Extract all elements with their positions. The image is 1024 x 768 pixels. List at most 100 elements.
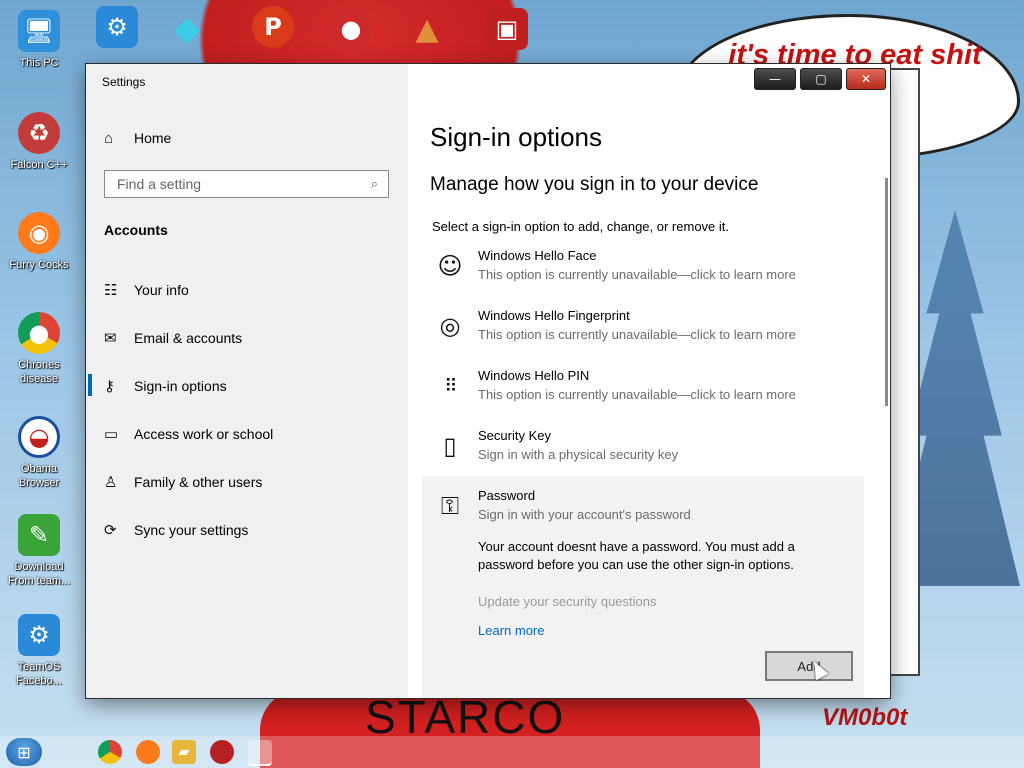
- password-panel: ⚿ Password Sign in with your account's p…: [422, 476, 864, 698]
- section-heading: Accounts: [104, 222, 168, 238]
- desktop-icon-this-pc[interactable]: 🖥 This PC: [2, 10, 76, 70]
- settings-sidebar: Settings ⌂ Home ⌕ Accounts ☷ Your info ✉…: [86, 64, 408, 698]
- learn-more-link[interactable]: Learn more: [478, 623, 544, 638]
- desktop-icon-top-teamos[interactable]: ⚙: [80, 6, 154, 48]
- option-hello-pin[interactable]: ⠿ Windows Hello PIN This option is curre…: [432, 368, 852, 420]
- file-explorer-icon[interactable]: ▰: [172, 740, 196, 764]
- sidebar-item-family-users[interactable]: ♙ Family & other users: [104, 467, 262, 497]
- pin-keypad-icon: ⠿: [444, 375, 457, 397]
- option-title: Password: [478, 488, 536, 503]
- signature-text: VM0b0t: [822, 704, 908, 731]
- desktop-icon-label: Obama Browser: [18, 463, 60, 489]
- firefox-icon[interactable]: [136, 740, 160, 764]
- option-hello-fingerprint[interactable]: ◎ Windows Hello Fingerprint This option …: [432, 308, 852, 360]
- windows-start-icon[interactable]: ⊞: [6, 738, 42, 766]
- usb-key-icon: ▯: [443, 432, 457, 460]
- obama-logo-icon: ◒: [18, 416, 60, 458]
- chrome-icon[interactable]: [98, 740, 122, 764]
- settings-window: Settings ⌂ Home ⌕ Accounts ☷ Your info ✉…: [86, 64, 890, 698]
- gear-icon: ⚙: [96, 6, 138, 48]
- briefcase-icon: ▭: [104, 426, 119, 443]
- gear-icon: ⚙: [18, 614, 60, 656]
- desktop-icon-label: Chrones disease: [18, 359, 60, 385]
- sidebar-item-your-info[interactable]: ☷ Your info: [104, 275, 189, 305]
- sidebar-item-home[interactable]: ⌂ Home: [104, 123, 171, 153]
- minimize-button[interactable]: —: [754, 68, 796, 90]
- person-card-icon: ☷: [104, 282, 118, 299]
- sidebar-item-email-accounts[interactable]: ✉ Email & accounts: [104, 323, 242, 353]
- search-icon[interactable]: ⌕: [371, 177, 378, 192]
- desktop-icon-download[interactable]: ✎ Download From team...: [2, 514, 76, 588]
- search-box: ⌕: [104, 170, 389, 198]
- cake-icon: ▲: [415, 11, 439, 47]
- desktop-icon-top-card[interactable]: ▣: [470, 8, 544, 50]
- chrome-icon: ●: [18, 312, 60, 354]
- desktop-icon-obama[interactable]: ◒ Obama Browser: [2, 416, 76, 490]
- key-icon: ⚷: [104, 378, 115, 395]
- app-icon[interactable]: [210, 740, 234, 764]
- option-title: Windows Hello Fingerprint: [478, 308, 630, 323]
- desktop-icon-label: TeamOS Facebo...: [16, 661, 62, 687]
- option-desc: This option is currently unavailable—cli…: [478, 267, 796, 282]
- active-indicator: [88, 374, 92, 396]
- maximize-button[interactable]: ▢: [800, 68, 842, 90]
- option-desc: This option is currently unavailable—cli…: [478, 327, 796, 342]
- sidebar-item-sync-settings[interactable]: ⟳ Sync your settings: [104, 515, 248, 545]
- sidebar-item-sign-in-options[interactable]: ⚷ Sign-in options: [104, 371, 227, 401]
- computer-icon: 🖥: [18, 10, 60, 52]
- option-title: Windows Hello PIN: [478, 368, 590, 383]
- option-title: Security Key: [478, 428, 551, 443]
- blank-app-icon[interactable]: [248, 740, 272, 766]
- window-controls: — ▢ ✕: [754, 68, 886, 90]
- sidebar-item-access-work[interactable]: ▭ Access work or school: [104, 419, 273, 449]
- desktop-icon-top-cake[interactable]: ▲: [390, 8, 464, 50]
- close-button[interactable]: ✕: [846, 68, 886, 90]
- option-desc: Sign in with a physical security key: [478, 447, 679, 462]
- settings-content: — ▢ ✕ Sign-in options Manage how you sig…: [408, 64, 890, 698]
- desktop-icon-label: Falcon C++: [10, 159, 68, 171]
- recycle-icon: ♻: [18, 112, 60, 154]
- sidebar-item-label: Sync your settings: [134, 522, 249, 538]
- sidebar-item-label: Access work or school: [134, 426, 274, 442]
- sidebar-item-label: Your info: [134, 282, 189, 298]
- desktop-icon-top-bird[interactable]: ●: [314, 8, 388, 50]
- scrollbar[interactable]: [885, 178, 888, 406]
- window-title: Settings: [102, 75, 146, 89]
- taskbar: ⊞ ▰: [0, 736, 1024, 768]
- sidebar-item-label: Home: [134, 130, 172, 146]
- security-questions-link[interactable]: Update your security questions: [478, 594, 656, 609]
- option-password[interactable]: ⚿ Password Sign in with your account's p…: [432, 488, 852, 540]
- intro-text: Select a sign-in option to add, change, …: [432, 219, 730, 234]
- option-title: Windows Hello Face: [478, 248, 597, 263]
- page-subtitle: Manage how you sign in to your device: [430, 174, 759, 195]
- p-logo-icon: P: [252, 6, 294, 48]
- sidebar-item-label: Email & accounts: [134, 330, 243, 346]
- desktop-icon-top-p[interactable]: P: [236, 6, 310, 48]
- sidebar-item-label: Sign-in options: [134, 378, 227, 394]
- fingerprint-icon: ◎: [439, 312, 461, 340]
- mail-icon: ✉: [104, 330, 117, 347]
- sidebar-item-label: Family & other users: [134, 474, 263, 490]
- desktop-icon-furry[interactable]: ◉ Furry Cocks: [2, 212, 76, 272]
- option-desc: This option is currently unavailable—cli…: [478, 387, 796, 402]
- desktop-icon-chrones[interactable]: ● Chrones disease: [2, 312, 76, 386]
- angry-bird-icon: ●: [330, 8, 372, 50]
- sync-icon: ⟳: [104, 522, 117, 539]
- home-icon: ⌂: [104, 129, 114, 147]
- option-security-key[interactable]: ▯ Security Key Sign in with a physical s…: [432, 428, 852, 480]
- gem-icon: ◆: [173, 9, 201, 49]
- firefox-icon: ◉: [18, 212, 60, 254]
- option-desc: Sign in with your account's password: [478, 507, 691, 522]
- desktop-icon-label: Furry Cocks: [9, 259, 69, 271]
- page-title: Sign-in options: [430, 122, 602, 152]
- notepad-icon: ✎: [18, 514, 60, 556]
- desktop-icon-falcon[interactable]: ♻ Falcon C++: [2, 112, 76, 172]
- face-icon: ☺: [437, 252, 463, 280]
- desktop-icon-teamos[interactable]: ⚙ TeamOS Facebo...: [2, 614, 76, 688]
- desktop-icon-label: Download From team...: [7, 561, 71, 587]
- desktop-icon-label: This PC: [19, 57, 59, 69]
- desktop-icon-top-gem[interactable]: ◆: [150, 8, 224, 50]
- option-hello-face[interactable]: ☺ Windows Hello Face This option is curr…: [432, 248, 852, 300]
- search-input[interactable]: [115, 175, 359, 193]
- password-key-icon: ⚿: [440, 492, 460, 520]
